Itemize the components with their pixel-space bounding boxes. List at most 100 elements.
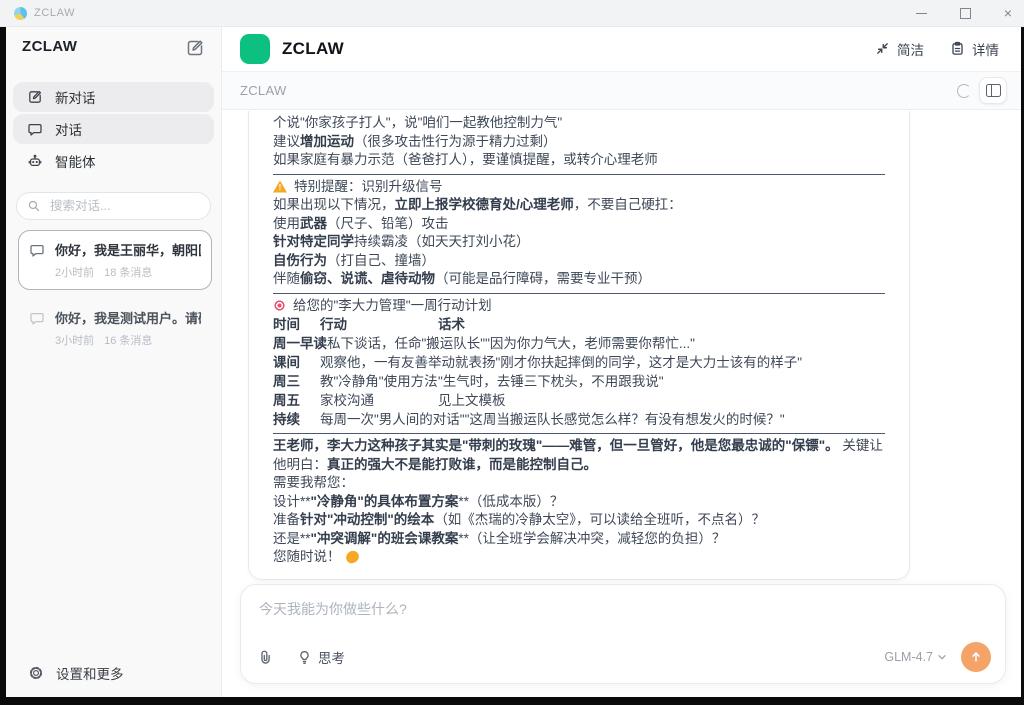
sidebar-item-label: 智能体	[55, 151, 96, 171]
table-cell: 每周一次"男人间的对话"	[320, 410, 465, 429]
chat-bubble-icon	[29, 310, 45, 326]
app-window: ZCLAW 新对话	[6, 26, 1021, 697]
conversation-list: 你好，我是王丽华，朝阳区... 2小时前 18 条消息 你好，我是测试用户。请确…	[18, 230, 212, 358]
sidebar: ZCLAW 新对话	[6, 26, 222, 697]
window-title: ZCLAW	[34, 7, 75, 19]
minimize-button[interactable]	[916, 13, 927, 14]
message-line: 针对特定同学持续霸凌（如天天打刘小花）	[273, 233, 885, 252]
sidebar-item-chats[interactable]: 对话	[13, 114, 214, 144]
think-label: 思考	[318, 647, 345, 667]
target-icon	[273, 299, 286, 312]
message-line: 给您的"李大力管理"一周行动计划	[273, 297, 885, 316]
table-cell: 私下谈话，任命"搬运队长"	[327, 334, 485, 353]
table-cell: "生气时，去锤三下枕头，不用跟我说"	[438, 372, 664, 391]
table-row: 周五家校沟通见上文模板	[273, 391, 885, 410]
settings-label: 设置和更多	[56, 663, 124, 683]
main-header: ZCLAW 简洁	[222, 26, 1021, 72]
chat-scroll-area[interactable]: 个说"你家孩子打人"，说"咱们一起教他控制力气"建议增加运动（很多攻击性行为源于…	[222, 111, 1021, 584]
arrow-up-icon	[969, 650, 983, 664]
table-cell: 课间	[273, 353, 320, 372]
assistant-message-card: 个说"你家孩子打人"，说"咱们一起教他控制力气"建议增加运动（很多攻击性行为源于…	[248, 111, 910, 580]
title-bar: ZCLAW ×	[0, 0, 1024, 27]
message-line: 建议增加运动（很多攻击性行为源于精力过剩）	[273, 133, 885, 152]
compact-mode-button[interactable]: 简洁	[875, 39, 924, 59]
conversation-title: 你好，我是测试用户。请确...	[55, 308, 201, 327]
settings-and-more-button[interactable]: 设置和更多	[6, 663, 222, 697]
conversation-title: 你好，我是王丽华，朝阳区...	[55, 240, 201, 259]
table-cell: "因为你力气大，老师需要你帮忙..."	[485, 334, 695, 353]
detail-mode-button[interactable]: 详情	[950, 39, 999, 59]
table-row: 周三教"冷静角"使用方法"生气时，去锤三下枕头，不用跟我说"	[273, 372, 885, 391]
message-line: 王老师，李大力这种孩子其实是"带刺的玫瑰"——难管，但一旦管好，他是您最忠诚的"…	[273, 437, 885, 474]
composer: 思考 GLM-4.7	[240, 584, 1006, 684]
attach-button[interactable]	[257, 648, 275, 666]
conversation-count: 16 条消息	[104, 332, 152, 348]
message-line: 您随时说！	[273, 548, 885, 567]
main-area: ZCLAW 简洁	[222, 26, 1021, 697]
muscle-icon	[344, 550, 360, 565]
think-toggle-button[interactable]: 思考	[297, 647, 345, 667]
sidebar-item-label: 对话	[55, 119, 82, 139]
clipboard-icon	[950, 41, 965, 56]
maximize-button[interactable]	[960, 8, 971, 19]
close-button[interactable]: ×	[1004, 0, 1012, 26]
table-cell: 周五	[273, 391, 320, 410]
sidebar-item-label: 新对话	[55, 87, 96, 107]
table-cell: 教"冷静角"使用方法	[320, 372, 438, 391]
conversation-item[interactable]: 你好，我是王丽华，朝阳区... 2小时前 18 条消息	[18, 230, 212, 290]
message-line: 如果家庭有暴力示范（爸爸打人），要谨慎提醒，或转介心理老师	[273, 151, 885, 170]
gear-icon	[28, 665, 44, 681]
message-line: 设计**"冷静角"的具体布置方案**（低成本版）？	[273, 493, 885, 512]
chat-bubble-icon	[27, 121, 43, 137]
table-cell: 观察他，一有友善举动就表扬	[320, 353, 496, 372]
send-button[interactable]	[961, 642, 991, 672]
table-row: 周一早读私下谈话，任命"搬运队长""因为你力气大，老师需要你帮忙..."	[273, 334, 885, 353]
collapse-icon	[875, 41, 890, 56]
brand-logo	[240, 34, 270, 64]
search-input[interactable]	[48, 198, 200, 214]
message-line: 使用武器（尺子、铅笔）攻击	[273, 215, 885, 234]
conversation-header: ZCLAW	[222, 72, 1021, 110]
table-cell: 话术	[438, 315, 465, 334]
loading-spinner-icon	[957, 84, 971, 98]
table-cell: 见上文模板	[438, 391, 506, 410]
side-panel-icon	[986, 84, 1001, 97]
message-line: 准备针对"冲动控制"的绘本（如《杰瑞的冷静太空》，可以读给全班听，不点名）？	[273, 511, 885, 530]
table-cell: 周一早读	[273, 334, 327, 353]
compact-label: 简洁	[897, 39, 924, 59]
table-row: 课间观察他，一有友善举动就表扬"刚才你扶起摔倒的同学，这才是大力士该有的样子"	[273, 353, 885, 372]
brand-name: ZCLAW	[282, 39, 344, 59]
message-line: 如果出现以下情况，立即上报学校德育处/心理老师，不要自己硬扛：	[273, 196, 885, 215]
toggle-panel-button[interactable]	[979, 77, 1007, 104]
message-line: 伴随偷窃、说谎、虐待动物（可能是品行障碍，需要专业干预）	[273, 270, 885, 289]
table-cell: 时间	[273, 315, 320, 334]
paperclip-icon	[257, 648, 275, 666]
robot-icon	[27, 153, 43, 169]
conversation-item[interactable]: 你好，我是测试用户。请确... 3小时前 16 条消息	[18, 298, 212, 358]
compose-icon	[27, 89, 43, 105]
message-divider	[273, 293, 885, 294]
conversation-count: 18 条消息	[104, 264, 152, 280]
message-divider	[273, 433, 885, 434]
sidebar-item-agents[interactable]: 智能体	[13, 146, 214, 176]
message-input[interactable]	[257, 600, 964, 618]
message-line: 自伤行为（打自己、撞墙）	[273, 252, 885, 271]
table-cell: "这周当搬运队长感觉怎么样？有没有想发火的时候？"	[465, 410, 785, 429]
sidebar-title: ZCLAW	[22, 38, 77, 55]
detail-label: 详情	[972, 39, 999, 59]
lightbulb-icon	[297, 650, 312, 665]
table-cell: 周三	[273, 372, 320, 391]
new-chat-compose-button[interactable]	[185, 38, 205, 58]
search-box	[16, 192, 211, 220]
message-line: 个说"你家孩子打人"，说"咱们一起教他控制力气"	[273, 114, 885, 133]
table-cell: 持续	[273, 410, 320, 429]
model-selector[interactable]: GLM-4.7	[884, 650, 947, 664]
chevron-down-icon	[937, 652, 947, 662]
table-cell: 家校沟通	[320, 391, 438, 410]
message-line: 还是**"冲突调解"的班会课教案**（让全班学会解决冲突，减轻您的负担）？	[273, 530, 885, 549]
conversation-time: 3小时前	[55, 332, 94, 348]
table-row: 持续每周一次"男人间的对话""这周当搬运队长感觉怎么样？有没有想发火的时候？"	[273, 410, 885, 429]
chat-bubble-icon	[29, 242, 45, 258]
sidebar-item-new-chat[interactable]: 新对话	[13, 82, 214, 112]
message-line: 需要我帮您：	[273, 474, 885, 493]
